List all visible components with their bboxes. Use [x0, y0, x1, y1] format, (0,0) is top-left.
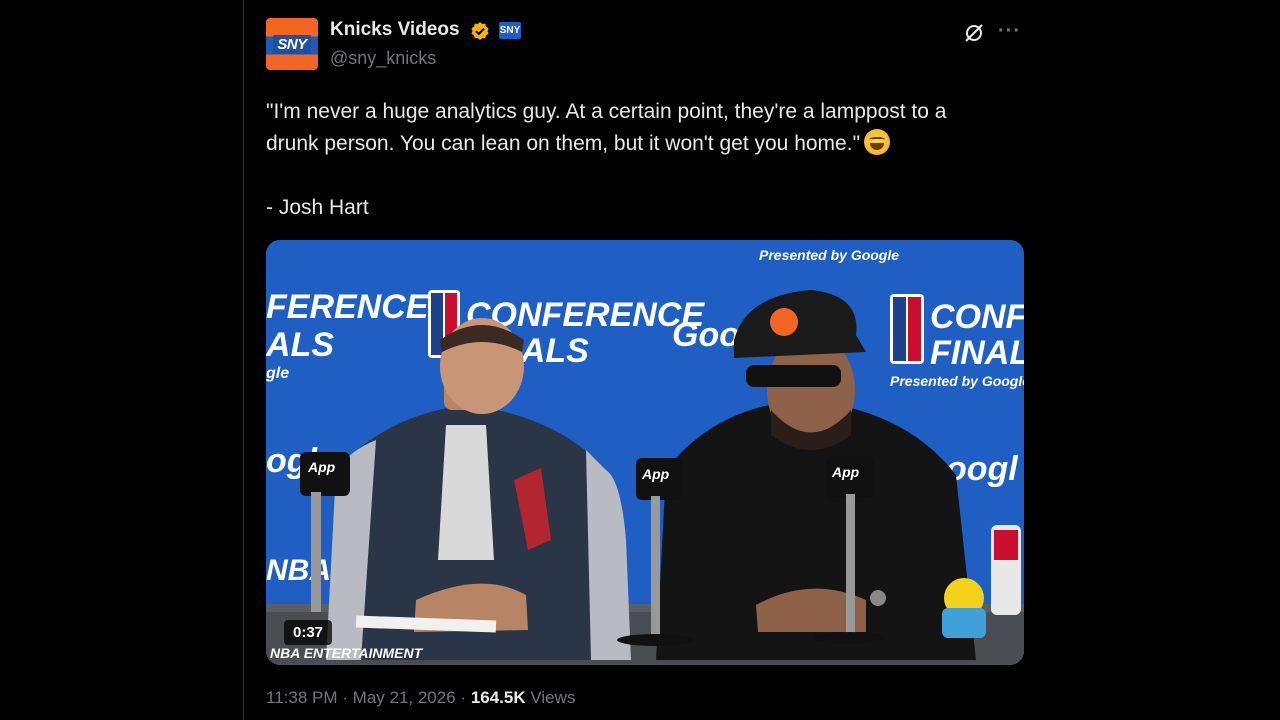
views-count: 164.5K	[470, 688, 526, 707]
video-duration-badge: 0:37	[284, 620, 333, 645]
laughing-emoji-icon	[864, 129, 891, 155]
views-label: Views	[530, 688, 576, 707]
broadcast-watermark: NBA ENTERTAINMENT	[270, 645, 424, 661]
video-frame: Presented by Google FERENCE ALS gle CONF…	[266, 240, 1024, 665]
backdrop-text: FERENCE	[266, 288, 430, 326]
timeline-divider	[243, 0, 244, 720]
sunglasses-icon	[746, 365, 841, 387]
tweet-time[interactable]: 11:38 PM	[266, 688, 338, 707]
presented-by-text: Presented by Google	[759, 247, 899, 263]
more-options-icon[interactable]: ···	[998, 20, 1021, 43]
backdrop-text: CONFER	[930, 298, 1024, 336]
meta-separator: ·	[342, 688, 348, 707]
video-player[interactable]: Presented by Google FERENCE ALS gle CONF…	[266, 240, 1024, 665]
grok-icon[interactable]	[963, 22, 985, 44]
author-handle[interactable]: @sny_knicks	[330, 48, 436, 69]
backdrop-text: FINALS	[930, 334, 1024, 372]
mic-flag-text: App	[641, 466, 670, 482]
backdrop-text: ALS	[266, 326, 334, 364]
mic-flag-text: App	[307, 459, 336, 475]
backdrop-text: NBA	[266, 554, 331, 587]
meta-separator: ·	[460, 688, 467, 707]
mic-flag-text: App	[831, 464, 860, 480]
tweet-text-segment: drunk person. You can lean on them, but …	[266, 132, 861, 155]
verified-badge-icon	[471, 22, 489, 40]
affiliate-badge-icon: SNY	[499, 22, 521, 39]
tweet-text-line: drunk person. You can lean on them, but …	[266, 128, 1036, 160]
tweet-text-line: "I'm never a huge analytics guy. At a ce…	[266, 100, 947, 123]
tweet-meta: 11:38 PM · May 21, 2026 · 164.5K Views	[266, 688, 575, 708]
tweet-date[interactable]: May 21, 2026	[353, 688, 456, 707]
tweet-text-spacer	[266, 160, 1036, 192]
backdrop-text: oogl	[946, 450, 1019, 488]
tweet-text-line: - Josh Hart	[266, 196, 369, 219]
avatar[interactable]: SNY	[266, 18, 318, 70]
tweet-text: "I'm never a huge analytics guy. At a ce…	[266, 96, 1036, 224]
author-name[interactable]: Knicks Videos	[330, 19, 460, 41]
backdrop-text: gle	[266, 365, 289, 382]
backdrop-text: Goo	[672, 316, 740, 354]
backdrop-text: Presented by Google	[890, 373, 1024, 389]
avatar-logo: SNY	[273, 34, 311, 54]
